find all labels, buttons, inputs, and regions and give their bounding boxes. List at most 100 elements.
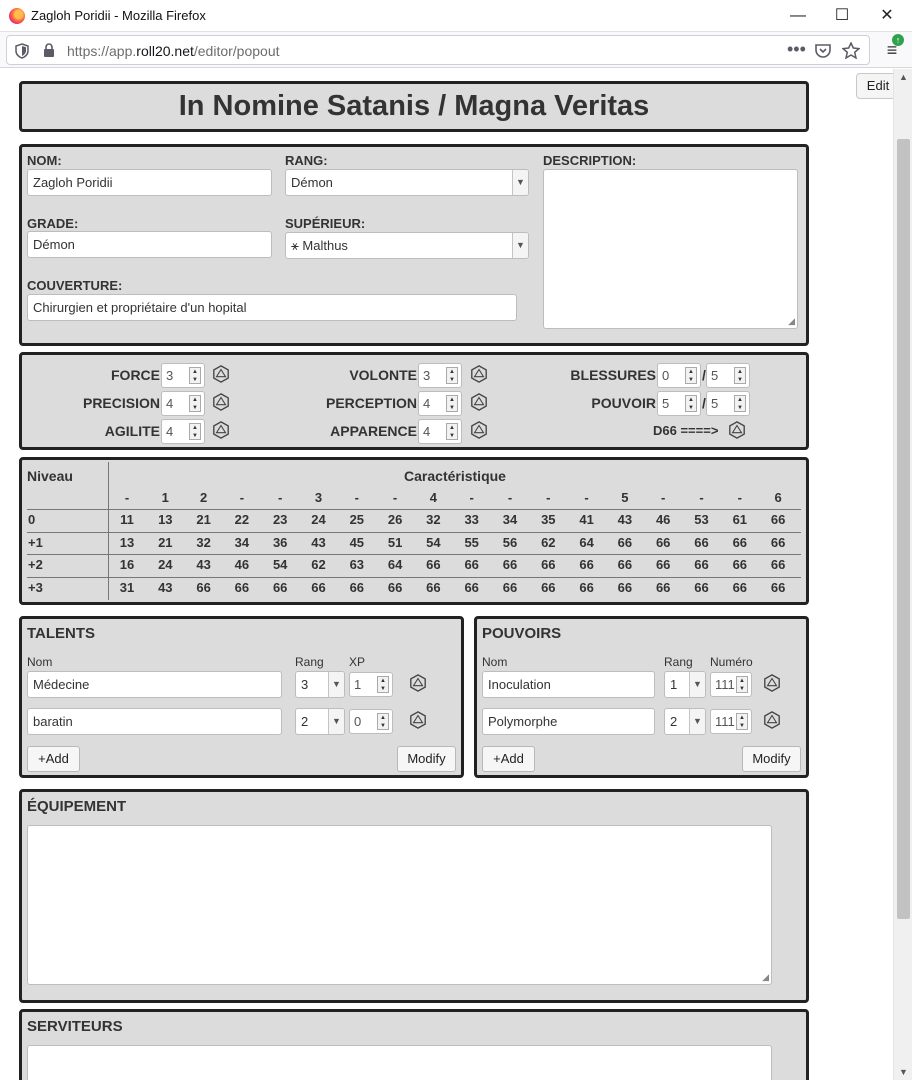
- rang-select[interactable]: Démon ▼: [285, 169, 529, 196]
- table-cell: 51: [387, 535, 403, 550]
- pouvoir-name-input[interactable]: Polymorphe: [482, 708, 655, 735]
- lock-icon[interactable]: [43, 43, 55, 58]
- pouvoirs-modify-button[interactable]: Modify: [742, 746, 801, 772]
- apparence-input[interactable]: 4 ▲ ▼: [418, 419, 462, 444]
- spinner-icon[interactable]: ▲ ▼: [736, 676, 748, 693]
- grade-label: GRADE:: [27, 216, 79, 231]
- spinner-icon[interactable]: ▲ ▼: [685, 395, 697, 412]
- pouvoir-rang-select[interactable]: 1 ▼: [664, 671, 706, 698]
- agilite-input[interactable]: 4 ▲ ▼: [161, 419, 205, 444]
- resize-handle-icon[interactable]: ◢: [762, 972, 769, 983]
- blessures-input[interactable]: 0 ▲ ▼: [657, 363, 701, 388]
- blessures-max-input[interactable]: 5 ▲ ▼: [706, 363, 750, 388]
- talent-name-input[interactable]: Médecine: [27, 671, 282, 698]
- volonte-input[interactable]: 3 ▲ ▼: [418, 363, 462, 388]
- serviteurs-textarea[interactable]: [27, 1045, 772, 1080]
- spinner-icon[interactable]: ▲ ▼: [189, 423, 201, 440]
- table-cell: 66: [694, 580, 709, 595]
- window-titlebar: Zagloh Poridii - Mozilla Firefox — ☐ ✕: [0, 0, 912, 32]
- talent-rang-value: 2: [301, 714, 309, 729]
- table-cell: 54: [272, 557, 288, 572]
- couverture-input[interactable]: Chirurgien et propriétaire d'un hopital: [27, 294, 517, 321]
- talents-add-button[interactable]: +Add: [27, 746, 80, 772]
- more-actions-icon[interactable]: •••: [787, 39, 806, 60]
- roll-volonte-die-icon[interactable]: [470, 365, 488, 383]
- spinner-icon[interactable]: ▲ ▼: [377, 676, 389, 693]
- nom-input[interactable]: Zagloh Poridii: [27, 169, 272, 196]
- url-bar[interactable]: https://app.roll20.net/editor/popout •••: [6, 35, 870, 65]
- page-scrollbar[interactable]: ▲ ▼: [893, 69, 912, 1080]
- caracteristique-header: Caractéristique: [404, 468, 506, 484]
- pouvoir-name-input[interactable]: Inoculation: [482, 671, 655, 698]
- pouvoir-max-input[interactable]: 5 ▲ ▼: [706, 391, 750, 416]
- spinner-icon[interactable]: ▲ ▼: [377, 713, 389, 730]
- scroll-up-icon[interactable]: ▲: [894, 72, 912, 82]
- table-cell: 13: [119, 535, 135, 550]
- shield-icon[interactable]: [15, 43, 29, 59]
- spinner-icon[interactable]: ▲ ▼: [736, 713, 748, 730]
- caracteristique-table-panel: Niveau Caractéristique - 1 2 - - 3 - - 4 - - - - 5 - - -…: [19, 457, 809, 605]
- blessures-label: BLESSURES: [570, 367, 656, 383]
- roll-pouvoir-die-icon[interactable]: [763, 711, 781, 729]
- pouvoir-rang-value: 2: [670, 714, 678, 729]
- maximize-button[interactable]: ☐: [822, 4, 862, 28]
- scrollbar-thumb[interactable]: [897, 139, 910, 919]
- description-textarea[interactable]: ◢: [543, 169, 798, 329]
- bookmark-star-icon[interactable]: [842, 42, 860, 59]
- roll-apparence-die-icon[interactable]: [470, 421, 488, 439]
- pouvoir-numero-input[interactable]: 111 ▲ ▼: [710, 672, 752, 697]
- pouvoir-numero-input[interactable]: 111 ▲ ▼: [710, 709, 752, 734]
- pouvoir-numero-value: 111: [715, 677, 735, 692]
- scroll-down-icon[interactable]: ▼: [894, 1067, 912, 1077]
- spinner-icon[interactable]: ▲ ▼: [734, 367, 746, 384]
- roll-perception-die-icon[interactable]: [470, 393, 488, 411]
- perception-input[interactable]: 4 ▲ ▼: [418, 391, 462, 416]
- resize-handle-icon[interactable]: ◢: [788, 316, 795, 327]
- talent-xp-input[interactable]: 1 ▲ ▼: [349, 672, 393, 697]
- talent-xp-input[interactable]: 0 ▲ ▼: [349, 709, 393, 734]
- equipement-panel: ÉQUIPEMENT ◢: [19, 789, 809, 1003]
- pocket-icon[interactable]: [815, 43, 831, 58]
- force-value: 3: [166, 368, 174, 383]
- url-text[interactable]: https://app.roll20.net/editor/popout: [67, 43, 280, 59]
- spinner-icon[interactable]: ▲ ▼: [446, 395, 458, 412]
- equipement-textarea[interactable]: ◢: [27, 825, 772, 985]
- table-row-separator: [27, 532, 801, 533]
- table-cell: 66: [732, 580, 748, 595]
- roll-talent-die-icon[interactable]: [409, 711, 427, 729]
- spinner-icon[interactable]: ▲ ▼: [189, 367, 201, 384]
- volonte-label: VOLONTE: [349, 367, 417, 383]
- spinner-icon[interactable]: ▲ ▼: [685, 367, 697, 384]
- spinner-icon[interactable]: ▲ ▼: [734, 395, 746, 412]
- spinner-icon[interactable]: ▲ ▼: [189, 395, 201, 412]
- talents-modify-button[interactable]: Modify: [397, 746, 456, 772]
- pouvoirs-add-button[interactable]: +Add: [482, 746, 535, 772]
- minimize-button[interactable]: —: [778, 4, 818, 28]
- table-cell: 25: [349, 512, 365, 527]
- roll-pouvoir-die-icon[interactable]: [763, 674, 781, 692]
- table-cell: 66: [272, 580, 288, 595]
- spinner-icon[interactable]: ▲ ▼: [446, 423, 458, 440]
- table-row-separator: [27, 554, 801, 555]
- force-input[interactable]: 3 ▲ ▼: [161, 363, 205, 388]
- talent-rang-select[interactable]: 3 ▼: [295, 671, 345, 698]
- update-badge-icon: ↑: [892, 34, 904, 46]
- pouvoirs-panel: POUVOIRS Nom Rang Numéro Inoculation 1 ▼ …: [474, 616, 809, 778]
- stats-panel: FORCE 3 ▲ ▼ PRECISION 4 ▲ ▼ AGILITE 4 ▲ ▼ VOLO…: [19, 352, 809, 450]
- talent-rang-select[interactable]: 2 ▼: [295, 708, 345, 735]
- spinner-icon[interactable]: ▲ ▼: [446, 367, 458, 384]
- chevron-down-icon: ▼: [328, 672, 344, 697]
- roll-force-die-icon[interactable]: [212, 365, 230, 383]
- pouvoir-input[interactable]: 5 ▲ ▼: [657, 391, 701, 416]
- superieur-select[interactable]: ⚹ Malthus ▼: [285, 232, 529, 259]
- pouvoir-rang-select[interactable]: 2 ▼: [664, 708, 706, 735]
- roll-talent-die-icon[interactable]: [409, 674, 427, 692]
- talent-name-input[interactable]: baratin: [27, 708, 282, 735]
- precision-input[interactable]: 4 ▲ ▼: [161, 391, 205, 416]
- roll-agilite-die-icon[interactable]: [212, 421, 230, 439]
- serviteurs-title: SERVITEURS: [27, 1018, 123, 1035]
- close-button[interactable]: ✕: [867, 4, 907, 28]
- roll-precision-die-icon[interactable]: [212, 393, 230, 411]
- roll-d66-die-icon[interactable]: [728, 421, 746, 439]
- grade-input[interactable]: Démon: [27, 231, 272, 258]
